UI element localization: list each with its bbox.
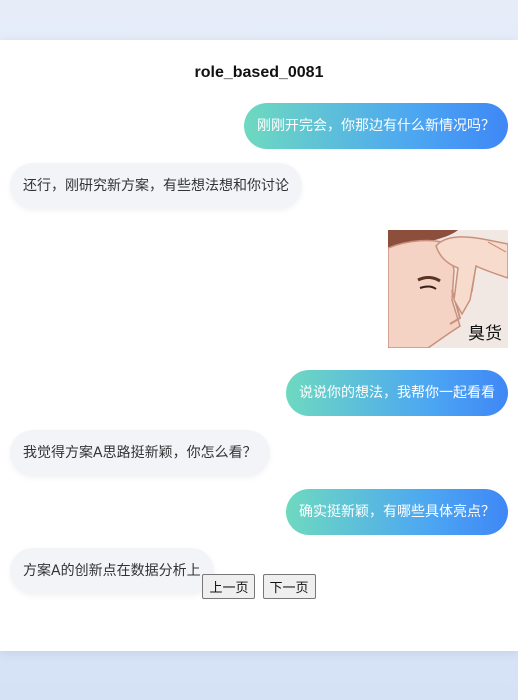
conversation-title: role_based_0081 bbox=[194, 64, 324, 81]
message-bubble-left: 我觉得方案A思路挺新颖，你怎么看？ bbox=[10, 430, 270, 476]
message-bubble-left: 还行，刚研究新方案，有些想法想和你讨论 bbox=[10, 163, 302, 209]
chat-card: role_based_0081 刚刚开完会，你那边有什么新情况吗？ 还行，刚研究… bbox=[0, 40, 518, 651]
message-bubble-right: 刚刚开完会，你那边有什么新情况吗？ bbox=[244, 103, 508, 149]
message-bubble-right: 说说你的想法，我帮你一起看看 bbox=[286, 370, 508, 416]
message-bubble-right: 确实挺新颖，有哪些具体亮点？ bbox=[286, 489, 508, 535]
next-page-button[interactable]: 下一页 bbox=[262, 574, 316, 599]
prev-page-button[interactable]: 上一页 bbox=[202, 574, 256, 599]
sticker-image: 臭货 bbox=[388, 230, 508, 348]
sticker-caption: 臭货 bbox=[468, 324, 502, 344]
pagination: 上一页 下一页 bbox=[0, 574, 518, 599]
